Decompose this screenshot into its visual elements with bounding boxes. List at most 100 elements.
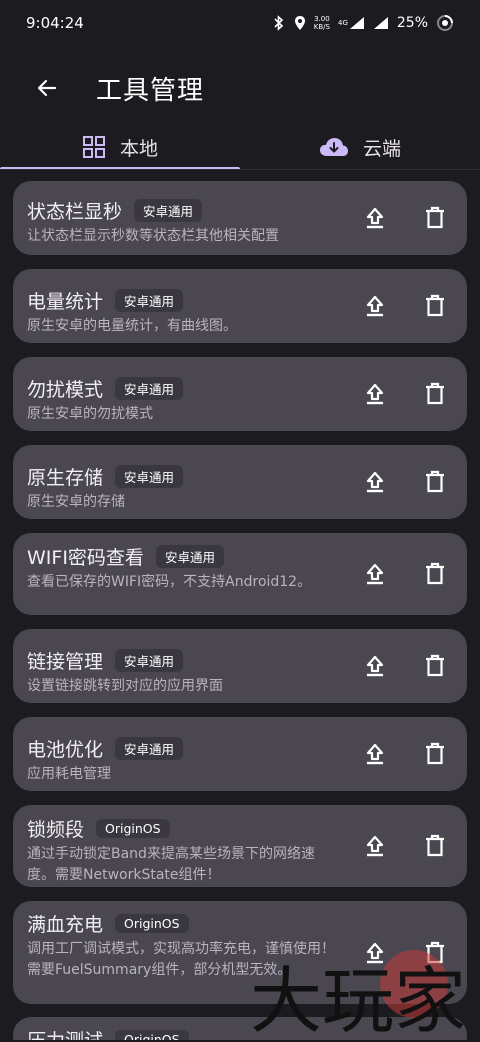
trash-icon	[426, 562, 444, 585]
upload-button[interactable]	[361, 740, 389, 768]
tool-description: 原生安卓的电量统计，有曲线图。	[27, 318, 237, 334]
tab-cloud[interactable]: 云端	[240, 124, 480, 170]
tool-actions	[361, 357, 449, 431]
upload-icon	[366, 383, 384, 405]
upload-icon	[366, 207, 384, 229]
cloud-download-icon	[319, 138, 348, 156]
delete-button[interactable]	[421, 468, 449, 496]
tool-card[interactable]: 锁频段 OriginOS 通过手动锁定Band来提高某些场景下的网络速度。需要N…	[13, 805, 467, 887]
tool-actions	[361, 901, 449, 1004]
tool-name: 原生存储	[27, 467, 104, 489]
platform-badge: 安卓通用	[115, 289, 184, 312]
tool-card-body: 满血充电 OriginOS 调用工厂调试模式，实现高功率充电，谨慎使用！需要Fu…	[27, 910, 337, 981]
tool-actions	[361, 269, 449, 343]
status-icons: 3.00 KB/S 4G 25%	[272, 14, 454, 32]
upload-icon	[366, 295, 384, 317]
tool-description: 调用工厂调试模式，实现高功率充电，谨慎使用！需要FuelSummary组件，部分…	[27, 941, 335, 978]
tab-label: 本地	[119, 137, 158, 160]
tool-card-body: 电量统计 安卓通用 原生安卓的电量统计，有曲线图。	[27, 287, 337, 337]
tool-list: 状态栏显秒 安卓通用 让状态栏显示秒数等状态栏其他相关配置 电量统计 安卓通用 …	[0, 181, 480, 1040]
tool-card[interactable]: 原生存储 安卓通用 原生安卓的存储	[13, 445, 467, 519]
delete-button[interactable]	[421, 832, 449, 860]
tool-card-body: WIFI密码查看 安卓通用 查看已保存的WIFI密码，不支持Android12。	[27, 543, 337, 593]
platform-badge: 安卓通用	[155, 545, 224, 568]
tool-card[interactable]: 压力测试 OriginOS	[13, 1017, 467, 1040]
upload-button[interactable]	[361, 380, 389, 408]
upload-button[interactable]	[361, 292, 389, 320]
arrow-left-icon	[37, 79, 57, 97]
tool-name: 链接管理	[27, 651, 104, 673]
platform-badge: 安卓通用	[134, 199, 203, 222]
delete-button[interactable]	[421, 740, 449, 768]
upload-button[interactable]	[361, 468, 389, 496]
tab-bar: 本地 云端	[0, 124, 480, 170]
tool-name: 电量统计	[27, 291, 104, 313]
back-button[interactable]	[24, 65, 70, 111]
upload-button[interactable]	[361, 652, 389, 680]
trash-icon	[426, 941, 444, 963]
tool-card-body: 锁频段 OriginOS 通过手动锁定Band来提高某些场景下的网络速度。需要N…	[27, 815, 337, 886]
signal-4g-icon: 4G	[338, 16, 365, 30]
tool-card-body: 链接管理 安卓通用 设置链接跳转到对应的应用界面	[27, 647, 337, 697]
platform-badge: OriginOS	[96, 819, 170, 838]
tool-card[interactable]: WIFI密码查看 安卓通用 查看已保存的WIFI密码，不支持Android12。	[13, 533, 467, 615]
page-title: 工具管理	[96, 75, 205, 106]
app-bar: 工具管理	[0, 58, 480, 118]
tool-description: 应用耗电管理	[27, 766, 111, 782]
tool-name: 勿扰模式	[27, 379, 104, 401]
network-type: 4G	[337, 19, 348, 27]
tool-card-body: 勿扰模式 安卓通用 原生安卓的勿扰模式	[27, 375, 337, 425]
upload-button[interactable]	[361, 204, 389, 232]
net-speed: 3.00 KB/S	[313, 15, 330, 31]
upload-icon	[366, 471, 384, 493]
tool-card[interactable]: 勿扰模式 安卓通用 原生安卓的勿扰模式	[13, 357, 467, 431]
tab-label: 云端	[362, 137, 401, 160]
tool-actions	[361, 181, 449, 255]
platform-badge: OriginOS	[115, 914, 189, 933]
trash-icon	[426, 382, 444, 405]
tool-description: 让状态栏显示秒数等状态栏其他相关配置	[27, 228, 279, 244]
platform-badge: 安卓通用	[115, 737, 184, 760]
tool-actions	[361, 805, 449, 887]
platform-badge: OriginOS	[115, 1030, 189, 1040]
tool-description: 设置链接跳转到对应的应用界面	[27, 678, 223, 694]
tool-card[interactable]: 满血充电 OriginOS 调用工厂调试模式，实现高功率充电，谨慎使用！需要Fu…	[13, 901, 467, 1004]
tool-card[interactable]: 状态栏显秒 安卓通用 让状态栏显示秒数等状态栏其他相关配置	[13, 181, 467, 255]
platform-badge: 安卓通用	[115, 465, 184, 488]
tool-card-body: 状态栏显秒 安卓通用 让状态栏显示秒数等状态栏其他相关配置	[27, 197, 337, 247]
tool-description: 原生安卓的存储	[27, 494, 125, 510]
delete-button[interactable]	[421, 292, 449, 320]
tool-name: 状态栏显秒	[27, 201, 123, 223]
upload-icon	[366, 942, 384, 963]
delete-button[interactable]	[421, 652, 449, 680]
upload-icon	[366, 743, 384, 765]
tool-card-body: 电池优化 安卓通用 应用耗电管理	[27, 735, 337, 785]
tool-description: 通过手动锁定Band来提高某些场景下的网络速度。需要NetworkState组件…	[27, 846, 315, 883]
upload-icon	[366, 563, 384, 585]
delete-button[interactable]	[421, 380, 449, 408]
battery-ring-icon	[436, 14, 454, 32]
delete-button[interactable]	[421, 204, 449, 232]
tool-card[interactable]: 链接管理 安卓通用 设置链接跳转到对应的应用界面	[13, 629, 467, 703]
trash-icon	[426, 470, 444, 493]
tool-actions	[361, 445, 449, 519]
status-bar: 9:04:24 3.00 KB/S 4G 25%	[0, 0, 480, 46]
tool-card[interactable]: 电量统计 安卓通用 原生安卓的电量统计，有曲线图。	[13, 269, 467, 343]
tab-local[interactable]: 本地	[0, 124, 240, 170]
tool-actions	[361, 629, 449, 703]
upload-button[interactable]	[361, 939, 389, 967]
upload-icon	[366, 655, 384, 677]
tool-actions	[361, 533, 449, 615]
tool-card-body: 压力测试 OriginOS	[27, 1026, 337, 1040]
battery-percent: 25%	[396, 15, 428, 31]
tool-card[interactable]: 电池优化 安卓通用 应用耗电管理	[13, 717, 467, 791]
upload-button[interactable]	[361, 560, 389, 588]
upload-button[interactable]	[361, 832, 389, 860]
delete-button[interactable]	[421, 939, 449, 967]
platform-badge: 安卓通用	[115, 377, 184, 400]
delete-button[interactable]	[421, 560, 449, 588]
location-icon	[294, 15, 306, 31]
tool-name: 压力测试	[27, 1026, 103, 1040]
trash-icon	[426, 834, 444, 857]
bluetooth-icon	[272, 15, 286, 31]
